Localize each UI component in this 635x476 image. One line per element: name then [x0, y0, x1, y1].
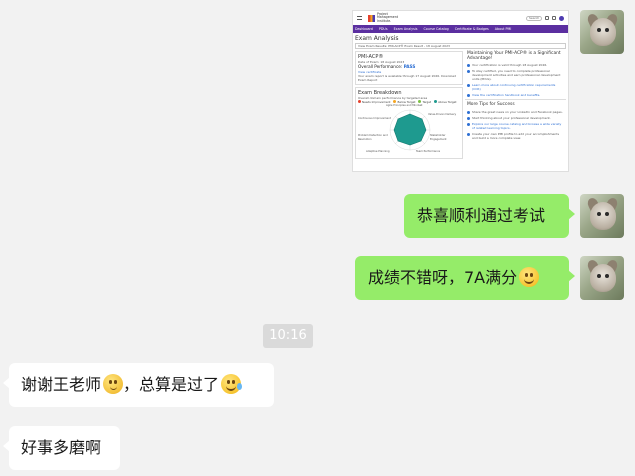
tip-item: Share the great news on your LinkedIn an… [472, 110, 563, 114]
smile-emoji-icon [519, 267, 540, 287]
message-bubble-sent[interactable]: 成绩不错呀，7A满分 [355, 256, 575, 300]
radar-axis-label: Continuous Improvement [358, 116, 391, 120]
radar-area [393, 113, 427, 145]
message-text: 成绩不错呀，7A满分 [368, 268, 518, 287]
promo-card: Maintaining Your PMI-ACP® is a Significa… [465, 51, 566, 97]
message-text: ，总算是过了 [123, 375, 220, 394]
menu-icon [357, 16, 362, 20]
message-text: 恭喜顺利通过考试 [417, 206, 546, 225]
my-avatar[interactable] [580, 194, 624, 238]
exam-filter: View Exam Results: PMI-ACP® Exam Result … [355, 43, 566, 49]
radar-axis-label: Problem Detection and Resolution [358, 133, 388, 141]
tip-item: Explore our large course catalog and bro… [472, 122, 562, 130]
tip-item: Start thinking about your professional d… [472, 116, 551, 120]
radar-axis-label: Stakeholder Engagement [430, 133, 447, 141]
message-text: 谢谢王老师 [21, 375, 102, 394]
message-bubble-received[interactable]: 谢谢王老师 ，总算是过了 [3, 363, 274, 407]
tears-of-joy-emoji-icon [221, 374, 243, 394]
radar-axis-label: Team Performance [416, 149, 441, 153]
search-input: Search [526, 15, 542, 21]
report-note: Your exam report is available through 17… [358, 73, 457, 82]
bell-icon [552, 16, 556, 20]
promo-link: View the certification handbook and bene… [472, 93, 541, 97]
nav-item: PDUs [378, 27, 388, 31]
promo-item: Your certification is valid through 18 A… [472, 63, 548, 67]
message-timestamp: 10:16 [263, 324, 313, 348]
screenshot-nav: Dashboard PDUs Exam Analysis Course Cata… [353, 25, 568, 33]
radar-chart: Agile Principles and Mindset Value-Drive… [358, 104, 460, 156]
message-bubble-received[interactable]: 好事多磨啊 [3, 426, 120, 470]
page-title: Exam Analysis [355, 35, 399, 42]
promo-item: To stay certified, you need to complete … [472, 69, 561, 81]
cert-card: PMI-ACP® Date of Exam: 18 August 2023 Ov… [355, 51, 463, 85]
my-avatar[interactable] [580, 256, 624, 300]
brand-name: Project Management Institute. [377, 11, 398, 23]
radar-axis-label: Value-Driven Delivery [428, 112, 457, 116]
avatar [559, 15, 564, 21]
nav-item: Course Catalog [423, 27, 449, 31]
promo-title: Maintaining Your PMI-ACP® is a Significa… [467, 51, 561, 61]
my-avatar[interactable] [580, 10, 624, 54]
tip-item: Create your own PMI profile to add your … [472, 132, 560, 140]
radar-axis-label: Adaptive Planning [366, 149, 390, 153]
tips-section: More Tips for Success Share the great ne… [465, 99, 566, 144]
exam-breakdown-card: Exam Breakdown Overall domain performanc… [355, 86, 463, 159]
nav-item: Dashboard [355, 27, 373, 31]
nav-item: About PMI [494, 27, 512, 31]
nav-item: Certificate & Badges [454, 27, 489, 31]
tips-title: More Tips for Success [467, 102, 515, 107]
message-bubble-sent[interactable]: 恭喜顺利通过考试 [404, 194, 575, 238]
message-text: 好事多磨啊 [21, 438, 102, 457]
promo-item: Learn more about continuing certificatio… [472, 83, 556, 91]
radar-axis-label: Agile Principles and Mindset [386, 103, 423, 107]
nav-item: Exam Analysis [393, 27, 418, 31]
pmi-logo-icon [368, 14, 375, 22]
screenshot-topbar: Project Management Institute. Search [353, 11, 568, 25]
exam-screenshot-image[interactable]: Project Management Institute. Search Das… [352, 10, 569, 172]
cart-icon [545, 16, 549, 20]
thinking-emoji-icon [103, 374, 124, 394]
